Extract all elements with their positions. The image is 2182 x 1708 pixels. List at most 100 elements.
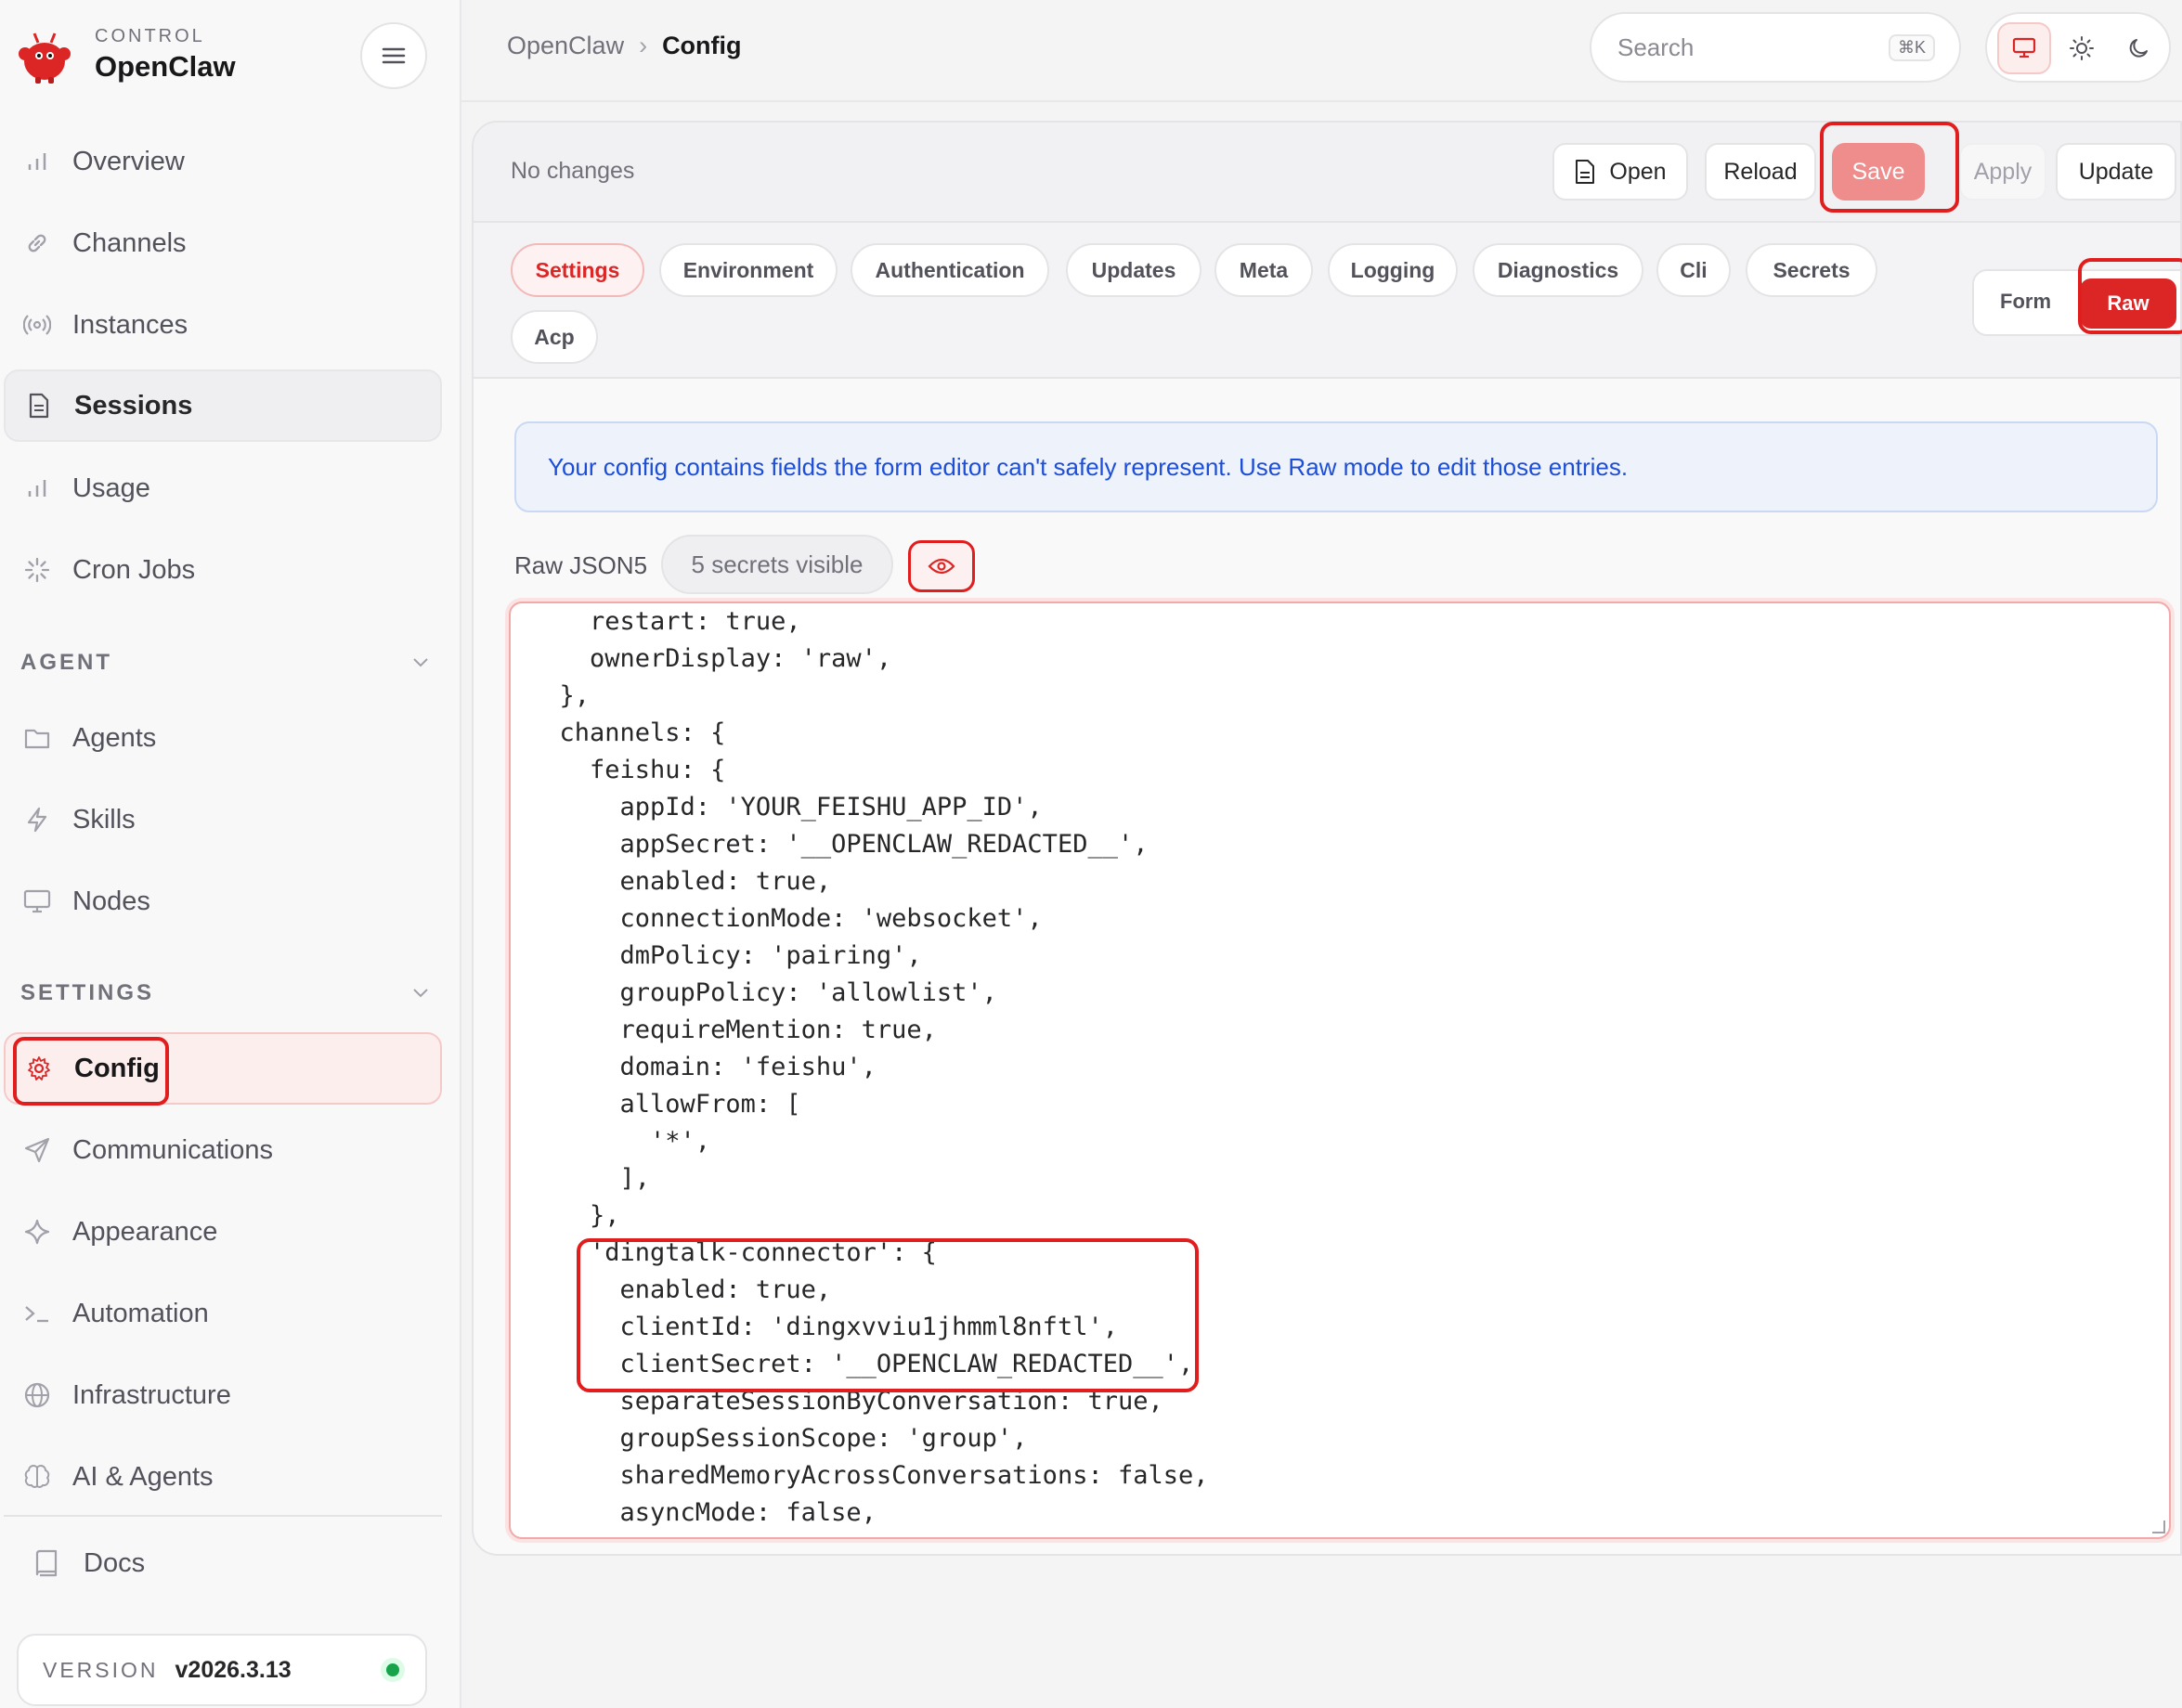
search-shortcut: ⌘K: [1888, 34, 1935, 61]
code-line: sharedMemoryAcrossConversations: false,: [529, 1461, 1209, 1490]
code-line: enabled: true,: [529, 867, 832, 896]
moon-icon: [2129, 39, 2148, 58]
sidebar-item-label: Automation: [72, 1298, 209, 1328]
breadcrumb-root[interactable]: OpenClaw: [507, 32, 624, 60]
section-settings[interactable]: SETTINGS: [20, 980, 429, 1006]
sidebar-item-label: Nodes: [72, 886, 150, 916]
sidebar-item-appearance[interactable]: Appearance: [4, 1196, 442, 1268]
tab-secrets[interactable]: Secrets: [1746, 243, 1877, 297]
sidebar-item-label: Usage: [72, 472, 150, 503]
tab-label: Settings: [535, 257, 620, 282]
sidebar-item-label: Overview: [72, 146, 185, 176]
tab-updates[interactable]: Updates: [1066, 243, 1201, 297]
docs-label: Docs: [84, 1548, 146, 1578]
section-agent[interactable]: AGENT: [20, 650, 429, 676]
sidebar-item-cron-jobs[interactable]: Cron Jobs: [4, 534, 442, 606]
apply-button[interactable]: Apply: [1959, 143, 2046, 201]
editor-resize-handle[interactable]: [2152, 1520, 2165, 1533]
code-line: },: [529, 1201, 620, 1230]
mode-form-button[interactable]: Form: [2000, 290, 2051, 314]
change-status: No changes: [511, 158, 635, 184]
update-label: Update: [2078, 158, 2154, 185]
brand: CONTROL OpenClaw: [15, 22, 451, 89]
code-line: connectionMode: 'websocket',: [529, 904, 1043, 933]
sidebar-item-instances[interactable]: Instances: [4, 289, 442, 361]
sidebar-item-label: Instances: [72, 309, 188, 340]
status-indicator: [381, 1658, 405, 1682]
tab-meta[interactable]: Meta: [1214, 243, 1313, 297]
save-highlight-box: [1820, 122, 1959, 213]
theme-system-button[interactable]: [1997, 22, 2051, 74]
topbar-divider: [461, 100, 2182, 102]
tab-label: Logging: [1350, 257, 1435, 282]
tab-cli[interactable]: Cli: [1656, 243, 1731, 297]
sparkle-icon: [22, 1217, 52, 1247]
sidebar-item-communications[interactable]: Communications: [4, 1114, 442, 1186]
sidebar-item-infrastructure[interactable]: Infrastructure: [4, 1359, 442, 1431]
eye-icon: [928, 558, 955, 575]
monitor-icon: [22, 886, 52, 916]
search-input[interactable]: Search ⌘K: [1590, 12, 1961, 83]
brand-subtitle: CONTROL: [95, 26, 205, 46]
config-tabs: Settings Environment Authentication Upda…: [474, 223, 2180, 379]
raw-mode-notice: Your config contains fields the form edi…: [514, 421, 2158, 512]
book-icon: [33, 1549, 63, 1579]
open-button[interactable]: Open: [1552, 143, 1688, 201]
sidebar: CONTROL OpenClaw Overview Channels Insta…: [0, 0, 461, 1708]
sidebar-item-ai-agents[interactable]: AI & Agents: [4, 1441, 442, 1513]
file-text-icon: [24, 391, 54, 421]
code-line: channels: {: [529, 718, 726, 747]
sidebar-item-usage[interactable]: Usage: [4, 452, 442, 524]
update-button[interactable]: Update: [2056, 143, 2176, 201]
brain-icon: [22, 1462, 52, 1492]
version-label: VERSION: [43, 1657, 159, 1682]
tab-label: Acp: [534, 324, 575, 349]
send-icon: [22, 1135, 52, 1165]
theme-dark-button[interactable]: [2112, 22, 2166, 74]
code-line: domain: 'feishu',: [529, 1053, 877, 1081]
tab-label: Diagnostics: [1497, 257, 1619, 282]
code-line: requireMention: true,: [529, 1016, 937, 1044]
tab-acp[interactable]: Acp: [511, 310, 598, 364]
chevron-down-icon: [413, 989, 428, 998]
link-icon: [22, 228, 52, 258]
breadcrumb-separator: ›: [639, 32, 648, 59]
sidebar-item-sessions[interactable]: Sessions: [4, 369, 442, 442]
version-value: v2026.3.13: [175, 1656, 292, 1683]
code-line: feishu: {: [529, 756, 726, 784]
sidebar-item-channels[interactable]: Channels: [4, 207, 442, 279]
section-label: AGENT: [20, 650, 112, 675]
tab-label: Secrets: [1773, 257, 1851, 282]
sidebar-toggle-button[interactable]: [360, 22, 427, 89]
sidebar-divider: [4, 1515, 442, 1517]
bar-chart-icon: [22, 473, 52, 503]
raw-json5-label: Raw JSON5: [514, 551, 648, 579]
tab-label: Environment: [682, 257, 814, 282]
hamburger-icon: [382, 47, 406, 64]
sidebar-item-label: Agents: [72, 722, 157, 753]
tab-settings[interactable]: Settings: [511, 243, 644, 297]
radio-icon: [22, 310, 52, 340]
tab-diagnostics[interactable]: Diagnostics: [1473, 243, 1643, 297]
chevron-down-icon: [413, 658, 428, 667]
raw-json5-editor[interactable]: restart: true, ownerDisplay: 'raw', }, c…: [509, 602, 2171, 1539]
sidebar-item-automation[interactable]: Automation: [4, 1277, 442, 1350]
sidebar-item-docs[interactable]: Docs: [33, 1548, 145, 1579]
theme-light-button[interactable]: [2055, 22, 2109, 74]
apply-label: Apply: [1973, 158, 2033, 185]
sidebar-item-nodes[interactable]: Nodes: [4, 865, 442, 938]
reload-button[interactable]: Reload: [1705, 143, 1816, 201]
sidebar-item-overview[interactable]: Overview: [4, 125, 442, 198]
breadcrumb-current: Config: [662, 32, 742, 59]
folder-icon: [22, 723, 52, 753]
toggle-secrets-button[interactable]: [908, 540, 975, 592]
sidebar-item-agents[interactable]: Agents: [4, 702, 442, 774]
sidebar-item-label: Infrastructure: [72, 1379, 231, 1410]
tab-environment[interactable]: Environment: [659, 243, 838, 297]
code-line: allowFrom: [: [529, 1090, 801, 1119]
config-highlight-box: [13, 1037, 169, 1106]
reload-label: Reload: [1723, 158, 1798, 185]
sidebar-item-skills[interactable]: Skills: [4, 783, 442, 856]
tab-logging[interactable]: Logging: [1328, 243, 1458, 297]
tab-authentication[interactable]: Authentication: [851, 243, 1049, 297]
